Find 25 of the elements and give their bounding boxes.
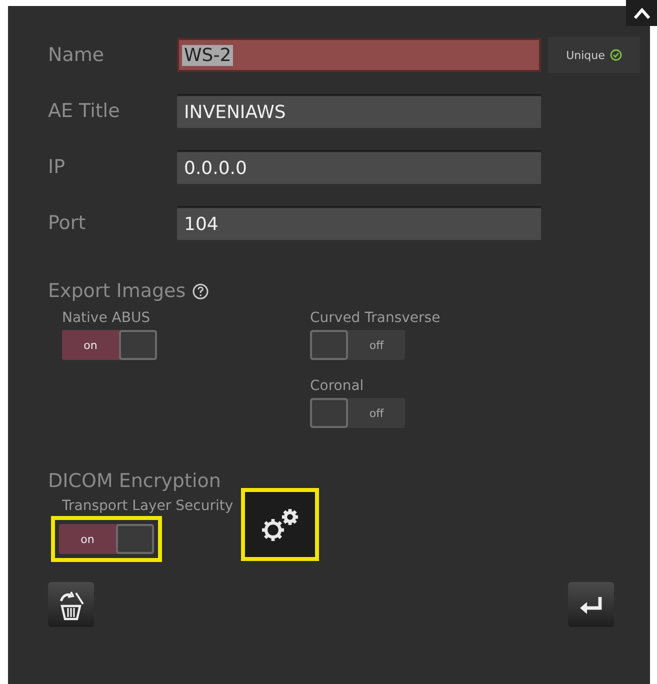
toggle-switch[interactable]: on: [62, 330, 157, 360]
toggle-switch[interactable]: off: [310, 398, 405, 428]
toggle-label: Transport Layer Security: [62, 498, 234, 514]
field-label: AE Title: [48, 100, 121, 122]
enter-icon: [578, 594, 604, 614]
help-icon[interactable]: [192, 282, 209, 300]
section-title: DICOM Encryption: [48, 470, 221, 492]
settings-button[interactable]: [241, 488, 320, 561]
input-field[interactable]: INVENIAWS: [177, 94, 541, 128]
field-label: IP: [48, 156, 66, 178]
input-field[interactable]: 0.0.0.0: [177, 150, 541, 184]
toggle-label: Native ABUS: [62, 310, 150, 326]
enter-button[interactable]: [568, 582, 614, 627]
toggle-label: Coronal: [310, 378, 364, 394]
section-title: Export Images: [48, 280, 186, 302]
input-field[interactable]: WS-2: [177, 38, 541, 72]
unique-badge: Unique: [548, 37, 640, 73]
input-field[interactable]: 104: [177, 206, 541, 240]
field-label: Name: [48, 44, 106, 66]
field-label: Port: [48, 212, 87, 234]
check-circle-icon: [610, 49, 622, 61]
toggle-switch[interactable]: off: [310, 330, 405, 360]
toggle-switch[interactable]: on: [59, 524, 154, 554]
toggle-label: Curved Transverse: [310, 310, 440, 326]
delete-button[interactable]: [48, 582, 94, 627]
